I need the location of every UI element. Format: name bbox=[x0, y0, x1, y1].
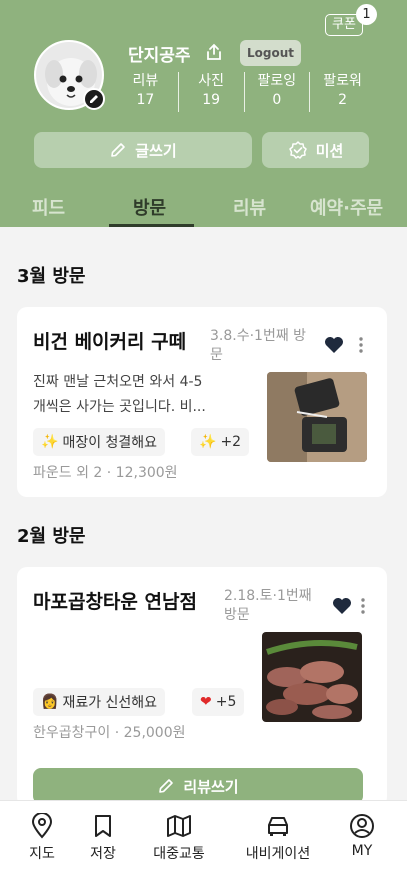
pencil-icon bbox=[159, 779, 174, 793]
chip-more: +5 bbox=[215, 694, 237, 710]
stat-value: 2 bbox=[338, 92, 348, 108]
username: 단지공주 bbox=[128, 46, 191, 66]
mission-label: 미션 bbox=[315, 141, 344, 160]
stat-label: 팔로워 bbox=[323, 73, 362, 89]
cook-icon: 👩 bbox=[41, 694, 59, 710]
active-tab-indicator bbox=[109, 224, 194, 227]
mission-button[interactable]: 미션 bbox=[262, 132, 369, 168]
nav-label: 내비게이션 bbox=[245, 846, 311, 862]
coupon-label: 쿠폰 bbox=[332, 17, 356, 32]
write-label: 글쓰기 bbox=[135, 141, 177, 160]
more-keywords-chip[interactable]: ❤ +5 bbox=[192, 688, 245, 716]
keyword-chip: ✨ 매장이 청결해요 bbox=[33, 428, 166, 456]
logout-button[interactable]: Logout bbox=[240, 40, 302, 66]
transit-map-icon bbox=[167, 815, 191, 837]
chip-text: 재료가 신선해요 bbox=[62, 695, 158, 711]
food-photo[interactable] bbox=[262, 632, 362, 722]
nav-navigation[interactable]: 내비게이션 bbox=[238, 813, 318, 863]
stat-following[interactable]: 팔로잉 0 bbox=[243, 72, 310, 112]
visit-meta-cont: 문 bbox=[210, 347, 223, 363]
pencil-icon bbox=[90, 95, 98, 103]
avatar-edit-button[interactable] bbox=[83, 88, 105, 110]
profile-stats: 리뷰 17 사진 19 팔로잉 0 팔로워 2 bbox=[113, 72, 375, 112]
gopchang-photo bbox=[262, 632, 362, 722]
order-summary: 한우곱창구이 · 25,000원 bbox=[33, 725, 186, 741]
stat-label: 팔로잉 bbox=[257, 73, 297, 89]
nav-label: 저장 bbox=[90, 846, 116, 862]
user-icon bbox=[350, 814, 374, 838]
chip-text: 매장이 청결해요 bbox=[62, 435, 158, 451]
car-icon bbox=[268, 817, 288, 836]
stat-value: 0 bbox=[272, 92, 282, 108]
stat-value: 19 bbox=[202, 92, 221, 108]
section-title-february: 2월 방문 bbox=[17, 526, 86, 547]
nav-label: 지도 bbox=[29, 846, 55, 862]
visit-meta-cont: 방문 bbox=[224, 607, 250, 623]
stat-photos[interactable]: 사진 19 bbox=[177, 72, 244, 112]
sparkle-icon: ✨ bbox=[199, 434, 217, 450]
write-button[interactable]: 글쓰기 bbox=[34, 132, 252, 168]
place-name[interactable]: 마포곱창타운 연남점 bbox=[33, 587, 197, 614]
nav-my[interactable]: MY bbox=[346, 813, 378, 859]
review-text-line: 개씩은 사가는 곳입니다. 비... bbox=[33, 399, 206, 415]
bakery-photo bbox=[267, 372, 367, 462]
more-keywords-chip[interactable]: ✨ +2 bbox=[191, 428, 250, 456]
badge-check-icon bbox=[288, 141, 307, 159]
keyword-chip: 👩 재료가 신선해요 bbox=[33, 688, 166, 716]
stat-label: 리뷰 bbox=[132, 73, 159, 89]
share-icon[interactable] bbox=[204, 42, 224, 62]
visit-meta: 2.18.토·1번째 bbox=[224, 588, 312, 604]
sparkle-icon: ✨ bbox=[41, 434, 59, 450]
write-review-button[interactable]: 리뷰쓰기 bbox=[33, 768, 363, 804]
map-pin-icon bbox=[31, 813, 53, 839]
stat-followers[interactable]: 팔로워 2 bbox=[309, 72, 375, 112]
profile-tabs: 피드 방문 리뷰 예약·주문 bbox=[0, 194, 407, 227]
profile-header: 쿠폰 1 단지공주 Logout 리뷰 17 사진 19 팔로잉 0 팔로워 2… bbox=[0, 0, 407, 227]
nav-map[interactable]: 지도 bbox=[26, 813, 58, 863]
heart-icon[interactable] bbox=[324, 336, 344, 354]
more-icon[interactable] bbox=[359, 337, 363, 353]
tab-reviews[interactable]: 리뷰 bbox=[233, 194, 266, 220]
nav-saved[interactable]: 저장 bbox=[87, 813, 119, 863]
nav-transit[interactable]: 대중교통 bbox=[148, 813, 210, 863]
bookmark-icon bbox=[95, 815, 111, 837]
bottom-navigation: 지도 저장 대중교통 내비게이션 MY bbox=[0, 800, 407, 881]
tab-visits[interactable]: 방문 bbox=[133, 194, 166, 220]
food-photo[interactable] bbox=[267, 372, 367, 462]
more-icon[interactable] bbox=[361, 598, 365, 614]
visit-card[interactable]: 비건 베이커리 구떼 3.8.수·1번째 방 문 진짜 맨날 근처오면 와서 4… bbox=[17, 307, 387, 497]
pencil-icon bbox=[111, 143, 126, 157]
place-name[interactable]: 비건 베이커리 구떼 bbox=[33, 327, 186, 354]
tab-reservations[interactable]: 예약·주문 bbox=[310, 194, 383, 220]
heart-emoji-icon: ❤ bbox=[200, 694, 212, 710]
stat-label: 사진 bbox=[198, 73, 224, 89]
coupon-count-badge: 1 bbox=[356, 4, 377, 25]
nav-label: MY bbox=[351, 843, 373, 859]
section-title-march: 3월 방문 bbox=[17, 266, 86, 287]
order-summary: 파운드 외 2 · 12,300원 bbox=[33, 465, 178, 481]
stat-reviews[interactable]: 리뷰 17 bbox=[113, 72, 178, 112]
review-text-line: 진짜 맨날 근처오면 와서 4-5 bbox=[33, 374, 203, 390]
chip-more: +2 bbox=[220, 434, 242, 450]
visit-card[interactable]: 마포곱창타운 연남점 2.18.토·1번째 방문 👩 재료가 신선해요 ❤ +5… bbox=[17, 567, 387, 807]
visit-meta: 3.8.수·1번째 방 bbox=[210, 328, 307, 344]
tab-feed[interactable]: 피드 bbox=[32, 194, 65, 220]
heart-icon[interactable] bbox=[332, 597, 352, 615]
nav-label: 대중교통 bbox=[153, 846, 205, 862]
review-button-label: 리뷰쓰기 bbox=[183, 777, 239, 796]
stat-value: 17 bbox=[136, 92, 155, 108]
